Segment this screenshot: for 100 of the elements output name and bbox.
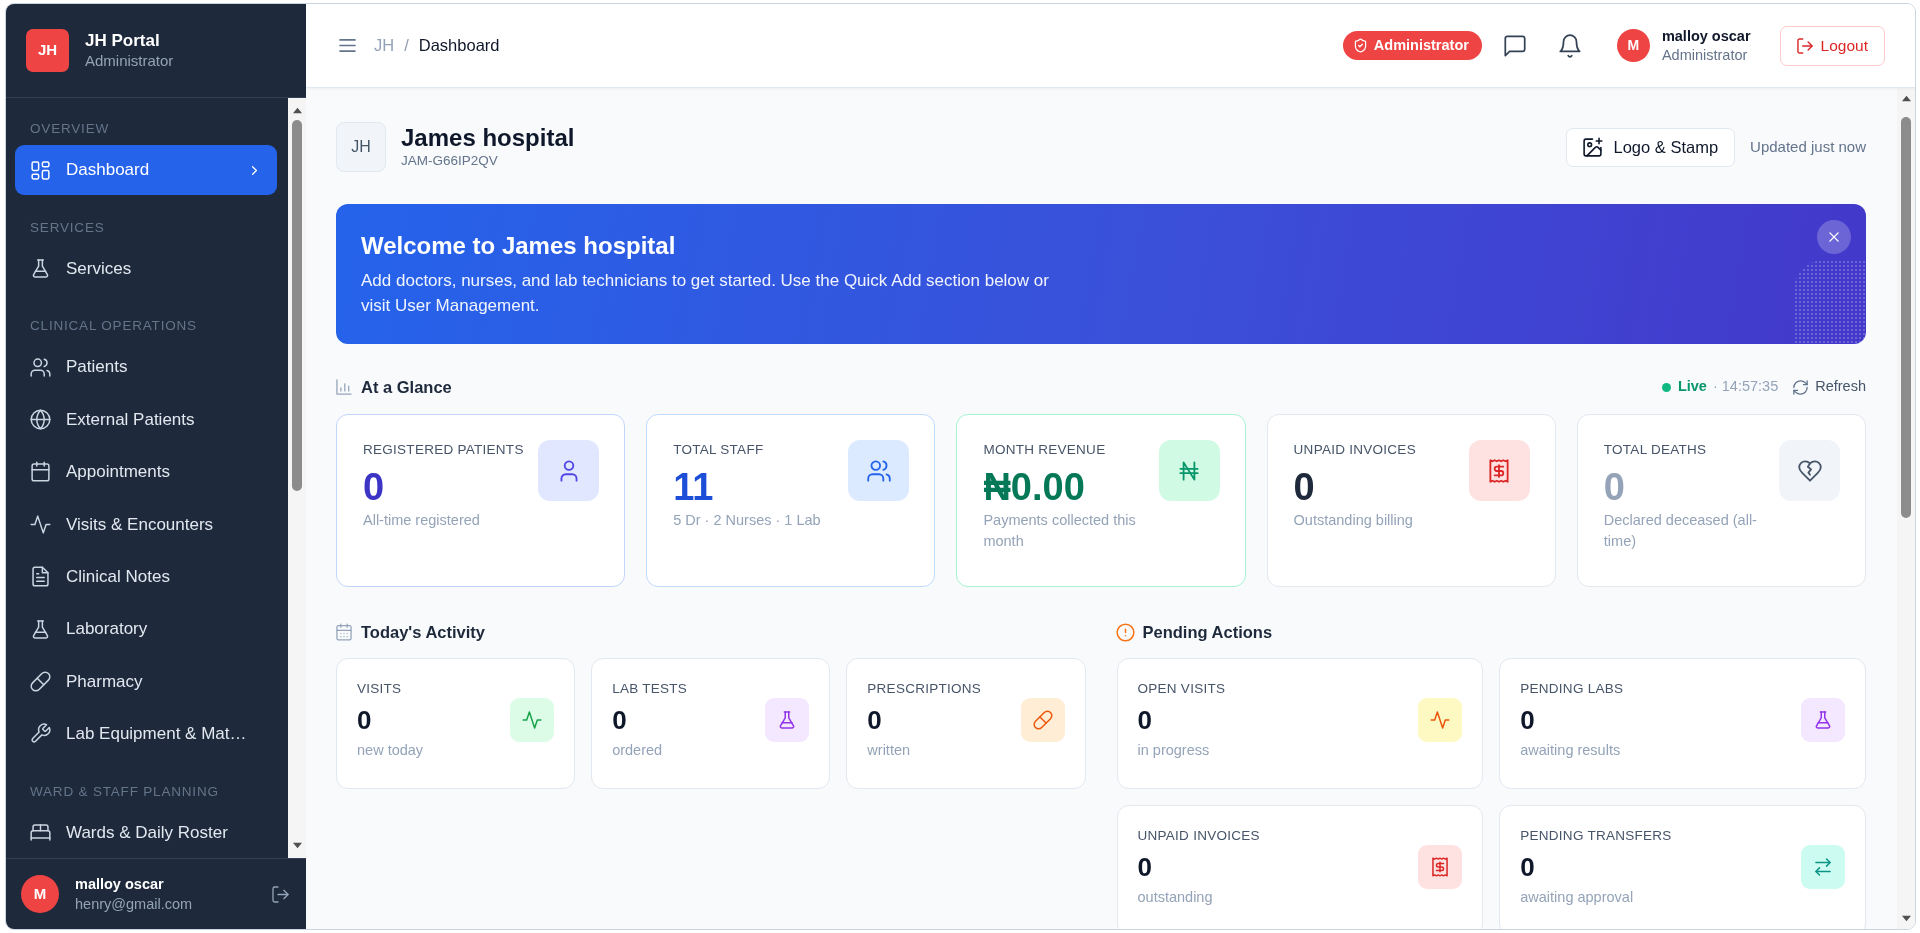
naira-icon: [1158, 440, 1220, 501]
wrench-icon: [31, 724, 50, 744]
activity-value: 0: [867, 704, 883, 735]
section-title: Today's Activity: [361, 621, 486, 643]
stat-note: Payments collected this month: [983, 511, 1137, 551]
refresh-icon: [1793, 379, 1809, 395]
globe-icon: [31, 410, 50, 430]
calendar-icon: [31, 462, 50, 482]
people-icon: [31, 357, 50, 377]
section-title: At a Glance: [361, 376, 452, 398]
sidebar-item[interactable]: Appointments: [15, 446, 277, 497]
user-avatar[interactable]: M: [21, 875, 59, 913]
scrollbar[interactable]: [1897, 88, 1915, 929]
calendar-icon: [336, 624, 352, 640]
stat-value: 11: [673, 465, 715, 510]
close-button[interactable]: [1817, 220, 1851, 254]
stat-label: UNPAID INVOICES: [1293, 441, 1416, 459]
banner-title: Welcome to James hospital: [361, 231, 676, 261]
activity-value: 0: [1520, 704, 1536, 735]
pill-icon: [1020, 697, 1065, 742]
activity-label: OPEN VISITS: [1137, 679, 1226, 698]
sidebar-item[interactable]: Wards & Daily Roster: [15, 807, 277, 858]
activity-note: in progress: [1137, 740, 1211, 760]
sidebar-item[interactable]: Clinical Notes: [15, 551, 277, 602]
logout-button[interactable]: Logout: [1779, 25, 1885, 66]
hospital-initials: JH: [336, 122, 386, 172]
breadcrumb-separator: /: [404, 35, 409, 57]
menu-icon[interactable]: [338, 36, 357, 55]
activity-value: 0: [1137, 851, 1153, 882]
pulse-icon: [31, 514, 50, 534]
user-role: Administrator: [1661, 45, 1749, 65]
bed-icon: [31, 823, 50, 842]
user-avatar[interactable]: M: [1616, 29, 1650, 62]
activity-note: outstanding: [1137, 887, 1214, 907]
stat-value: 0: [1603, 465, 1626, 510]
activity-note: ordered: [612, 740, 664, 760]
receipt-icon: [1468, 440, 1530, 501]
activity-label: PENDING LABS: [1520, 679, 1624, 698]
scrollbar[interactable]: [288, 98, 306, 858]
scroll-up-icon[interactable]: [1901, 94, 1911, 103]
sidebar-item[interactable]: External Patients: [15, 394, 277, 445]
stat-note: All-time registered: [363, 511, 481, 530]
sidebar-item[interactable]: Patients: [15, 342, 277, 393]
scrollbar-thumb[interactable]: [292, 120, 302, 491]
flask-icon: [765, 697, 810, 742]
bar-chart-icon: [336, 379, 352, 395]
stat-note: Outstanding billing: [1293, 511, 1414, 530]
scroll-up-icon[interactable]: [292, 106, 302, 115]
scroll-down-icon[interactable]: [1901, 914, 1911, 923]
scroll-down-icon[interactable]: [292, 841, 302, 850]
role-text: Administrator: [1373, 35, 1469, 55]
live-dot-icon: [1661, 382, 1671, 392]
brand-subtitle: Administrator: [85, 51, 174, 71]
user-email: henry@gmail.com: [75, 894, 193, 914]
notifications-bell-icon[interactable]: [1558, 34, 1581, 57]
hospital-name: James hospital: [401, 124, 575, 152]
live-status: Live: [1677, 377, 1707, 397]
sidebar-item[interactable]: Dashboard: [15, 145, 277, 195]
breadcrumb-current: Dashboard: [418, 35, 500, 57]
updated-status: Updated just now: [1750, 136, 1866, 157]
flask-icon: [1801, 697, 1845, 742]
sidebar-item[interactable]: Services: [15, 243, 277, 294]
last-updated-time: · 14:57:35: [1712, 377, 1779, 397]
section-title: Pending Actions: [1142, 621, 1273, 643]
scrollbar-thumb[interactable]: [1901, 117, 1911, 518]
stat-label: TOTAL DEATHS: [1603, 441, 1708, 459]
stat-label: MONTH REVENUE: [983, 441, 1107, 459]
logo-stamp-button[interactable]: Logo & Stamp: [1565, 127, 1736, 167]
banner-text: Add doctors, nurses, and lab technicians to get started. Use the Quick Add section below or visit User Management.: [361, 270, 1050, 317]
activity-value: 0: [357, 704, 373, 735]
receipt-icon: [1418, 844, 1463, 889]
activity-note: new today: [357, 740, 424, 760]
brand-logo[interactable]: JH: [26, 29, 69, 72]
activity-label: VISITS: [357, 679, 403, 698]
stat-note: Declared deceased (all-time): [1603, 511, 1758, 551]
sidebar-item[interactable]: Laboratory: [15, 604, 277, 655]
stat-note: 5 Dr · 2 Nurses · 1 Lab: [673, 511, 821, 530]
logout-icon: [1796, 37, 1813, 54]
transfer-arrows-icon: [1801, 844, 1845, 889]
nav-section-heading: WARD & STAFF PLANNING: [29, 782, 220, 801]
logout-icon[interactable]: [272, 885, 289, 903]
activity-note: awaiting results: [1520, 740, 1622, 760]
sidebar-item[interactable]: Lab Equipment & Mat…: [15, 708, 277, 759]
flask-icon: [31, 259, 50, 279]
activity-label: PRESCRIPTIONS: [867, 679, 982, 698]
chat-icon[interactable]: [1503, 34, 1526, 57]
sidebar-item[interactable]: Pharmacy: [15, 656, 277, 707]
people-icon: [848, 440, 910, 501]
user-name: malloy oscar: [1661, 26, 1751, 46]
image-plus-icon: [1582, 137, 1602, 157]
nav-section-heading: SERVICES: [29, 218, 106, 237]
sidebar-item[interactable]: Visits & Encounters: [15, 499, 277, 550]
activity-label: LAB TESTS: [612, 679, 688, 698]
close-icon: [1827, 230, 1841, 244]
document-icon: [31, 567, 50, 587]
activity-label: UNPAID INVOICES: [1137, 826, 1260, 845]
hospital-code: JAM-G66IP2QV: [401, 152, 499, 170]
refresh-button[interactable]: Refresh: [1793, 376, 1866, 398]
activity-note: written: [867, 740, 912, 760]
pulse-icon: [510, 697, 555, 742]
